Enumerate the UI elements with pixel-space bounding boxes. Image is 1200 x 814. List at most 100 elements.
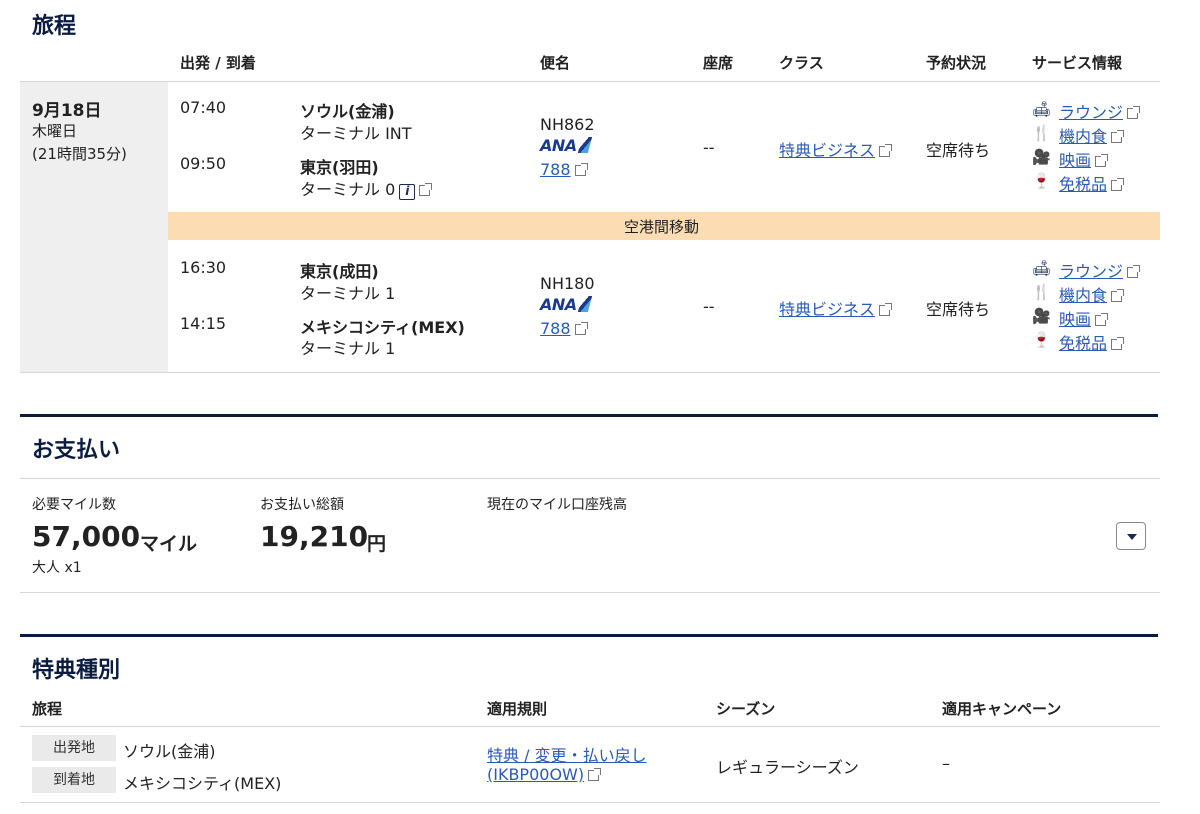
- seg2-cabin-link[interactable]: 特典ビジネス: [779, 300, 875, 319]
- rule-link[interactable]: 特典 / 変更・払い戻し: [487, 746, 647, 765]
- seg1-dep-terminal: ターミナル INT: [300, 124, 412, 143]
- seg2-dep-terminal: ターミナル 1: [300, 284, 396, 303]
- seg1-service-movie[interactable]: 映画: [1059, 147, 1109, 171]
- itinerary-title: 旅程: [32, 14, 77, 39]
- origin-tag: 出発地: [32, 735, 116, 761]
- duty-free-icon: 🍷: [1032, 331, 1051, 349]
- total-unit: 円: [367, 533, 387, 555]
- external-link-icon[interactable]: [588, 768, 602, 781]
- lounge-link[interactable]: ラウンジ: [1059, 103, 1123, 122]
- movie-link[interactable]: 映画: [1059, 151, 1091, 170]
- duty-free-link[interactable]: 免税品: [1059, 334, 1107, 353]
- miles-value: 57,000: [32, 520, 141, 553]
- header-seat: 座席: [703, 54, 734, 72]
- header-class: クラス: [779, 54, 824, 72]
- passengers: 大人 x1: [32, 560, 82, 576]
- duty-free-icon: 🍷: [1032, 172, 1051, 190]
- seg1-arr-terminal-text: ターミナル 0: [300, 180, 396, 199]
- seg2-arr-time: 14:15: [180, 314, 227, 333]
- lounge-icon: 🛋: [1032, 259, 1052, 277]
- award-title: 特典種別: [32, 658, 121, 683]
- meal-icon: 🍴: [1032, 283, 1051, 301]
- miles-unit: マイル: [140, 533, 198, 555]
- dest-city: メキシコシティ(MEX): [123, 774, 282, 793]
- seg1-cabin-link[interactable]: 特典ビジネス: [779, 141, 875, 160]
- seg1-arr-city: 東京(羽田): [300, 158, 379, 177]
- external-link-icon[interactable]: [574, 322, 588, 335]
- seg1-arr-time: 09:50: [180, 154, 227, 173]
- external-link-icon[interactable]: [1111, 289, 1125, 302]
- movie-link[interactable]: 映画: [1059, 310, 1091, 329]
- award-header-itinerary: 旅程: [32, 700, 63, 718]
- seg1-service-meal[interactable]: 機内食: [1059, 123, 1125, 147]
- award-header-rule: 適用規則: [487, 700, 548, 718]
- date-duration: (21時間35分): [32, 145, 127, 163]
- seg1-cabin[interactable]: 特典ビジネス: [779, 137, 893, 161]
- seg2-cabin[interactable]: 特典ビジネス: [779, 296, 893, 320]
- rule-line2[interactable]: (IKBP00OW): [487, 765, 602, 784]
- transfer-label: 空港間移動: [624, 218, 700, 236]
- header-service: サービス情報: [1032, 54, 1123, 72]
- lounge-link[interactable]: ラウンジ: [1059, 262, 1123, 281]
- award-header-campaign: 適用キャンペーン: [942, 700, 1062, 718]
- duty-free-link[interactable]: 免税品: [1059, 175, 1107, 194]
- seg1-status: 空席待ち: [926, 141, 991, 160]
- seg1-airline-logo: ANA: [540, 136, 590, 155]
- info-icon[interactable]: i: [399, 184, 416, 200]
- header-flight: 便名: [540, 54, 571, 72]
- date-weekday: 木曜日: [32, 122, 78, 140]
- external-link-icon[interactable]: [879, 303, 893, 316]
- seg1-dep-city: ソウル(金浦): [300, 102, 395, 121]
- seg2-airline-logo: ANA: [540, 295, 590, 314]
- seg2-service-movie[interactable]: 映画: [1059, 306, 1109, 330]
- seg2-aircraft[interactable]: 788: [540, 319, 588, 338]
- meal-link[interactable]: 機内食: [1059, 127, 1107, 146]
- seg2-dep-city: 東京(成田): [300, 262, 379, 281]
- seg2-service-dutyfree[interactable]: 免税品: [1059, 330, 1125, 354]
- seg1-service-dutyfree[interactable]: 免税品: [1059, 171, 1125, 195]
- seg2-service-meal[interactable]: 機内食: [1059, 282, 1125, 306]
- seg1-dep-time: 07:40: [180, 98, 227, 117]
- seg1-aircraft-link[interactable]: 788: [540, 160, 571, 179]
- seg1-aircraft[interactable]: 788: [540, 160, 588, 179]
- seg1-seat: --: [703, 138, 715, 157]
- header-status: 予約状況: [926, 54, 987, 72]
- seg2-dep-time: 16:30: [180, 258, 227, 277]
- seg2-aircraft-link[interactable]: 788: [540, 319, 571, 338]
- award-header-season: シーズン: [716, 700, 776, 718]
- external-link-icon[interactable]: [574, 163, 588, 176]
- seg2-seat: --: [703, 297, 715, 316]
- chevron-down-icon[interactable]: [1116, 522, 1146, 550]
- external-link-icon[interactable]: [1111, 130, 1125, 143]
- origin-city: ソウル(金浦): [123, 742, 216, 761]
- season-value: レギュラーシーズン: [716, 758, 859, 777]
- seg1-flight-no: NH862: [540, 115, 595, 134]
- external-link-icon[interactable]: [1095, 313, 1109, 326]
- meal-link[interactable]: 機内食: [1059, 286, 1107, 305]
- payment-title: お支払い: [32, 438, 121, 463]
- seg1-service-lounge[interactable]: ラウンジ: [1059, 99, 1141, 123]
- campaign-value: –: [942, 754, 950, 773]
- balance-label: 現在のマイル口座残高: [487, 497, 627, 513]
- date-day: 9月18日: [32, 101, 102, 121]
- total-label: お支払い総額: [260, 497, 344, 513]
- movie-icon: 🎥: [1032, 307, 1051, 325]
- seg1-arr-terminal: ターミナル 0i: [300, 176, 433, 200]
- external-link-icon[interactable]: [1095, 154, 1109, 167]
- meal-icon: 🍴: [1032, 124, 1051, 142]
- header-depart-arrive: 出発 / 到着: [180, 54, 256, 72]
- total-value: 19,210: [260, 520, 369, 553]
- rule-code-link[interactable]: (IKBP00OW): [487, 765, 584, 784]
- seg2-arr-terminal: ターミナル 1: [300, 339, 396, 358]
- lounge-icon: 🛋: [1032, 100, 1052, 118]
- seg2-service-lounge[interactable]: ラウンジ: [1059, 258, 1141, 282]
- external-link-icon[interactable]: [1127, 106, 1141, 119]
- external-link-icon[interactable]: [1111, 337, 1125, 350]
- rule-line1[interactable]: 特典 / 変更・払い戻し: [487, 742, 647, 766]
- external-link-icon[interactable]: [879, 144, 893, 157]
- external-link-icon[interactable]: [1111, 178, 1125, 191]
- external-link-icon[interactable]: [419, 183, 433, 196]
- miles-label: 必要マイル数: [32, 497, 116, 513]
- seg2-status: 空席待ち: [926, 300, 991, 319]
- external-link-icon[interactable]: [1127, 265, 1141, 278]
